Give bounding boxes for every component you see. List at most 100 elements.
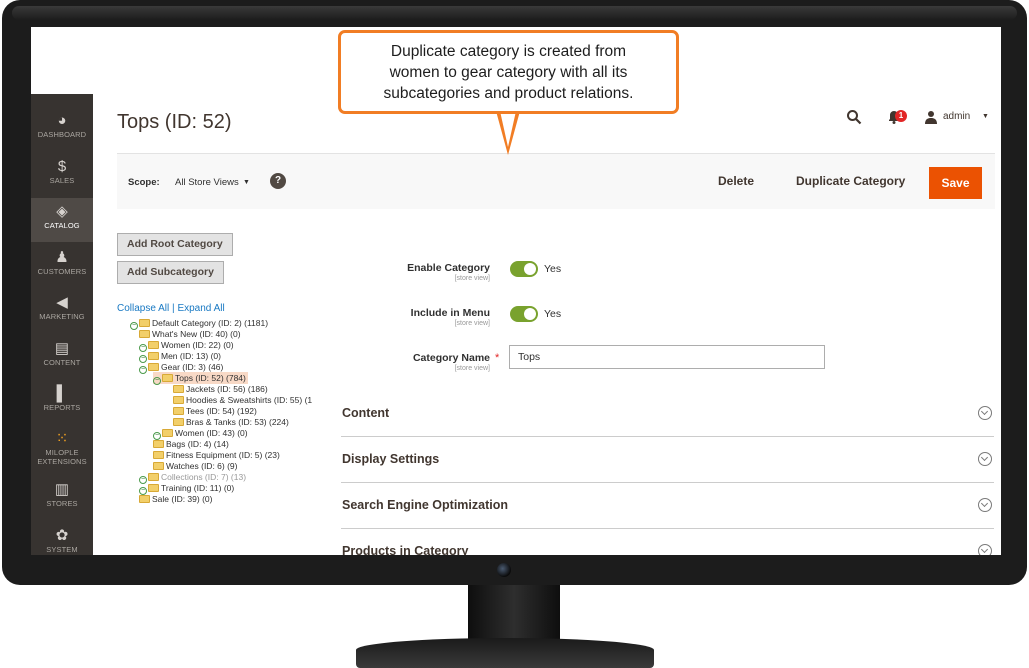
tree-node[interactable]: Sale (ID: 39) (0) [139, 493, 212, 505]
sidebar-item-content[interactable]: ▤ CONTENT [31, 335, 93, 379]
sidebar-item-label: MARKETING [39, 312, 85, 321]
chevron-down-icon [978, 498, 992, 512]
callout-line: women to gear category with all its [389, 64, 628, 81]
annotation-callout: Duplicate category is created from women… [338, 30, 679, 114]
section-title: Search Engine Optimization [342, 498, 508, 512]
duplicate-category-button[interactable]: Duplicate Category [796, 174, 905, 188]
folder-icon [173, 385, 184, 393]
tree-node-label: Collections (ID: 7) (13) [161, 472, 247, 482]
layout-icon: ▤ [54, 340, 70, 357]
section-title: Display Settings [342, 452, 440, 466]
dashboard-icon: ◕ [57, 112, 67, 129]
tree-node-label: Bras & Tanks (ID: 53) (224) [186, 417, 289, 427]
tree-node-label: Tops (ID: 52) (784) [175, 373, 246, 383]
tree-node-label: Tees (ID: 54) (192) [186, 406, 257, 416]
megaphone-icon: ◀ [56, 294, 68, 311]
page-actions-toolbar: Scope: All Store Views ▼ ? Delete Duplic… [117, 153, 995, 209]
sidebar-item-customers[interactable]: ♟ CUSTOMERS [31, 244, 93, 288]
folder-icon [162, 429, 173, 437]
chevron-down-icon [978, 406, 992, 420]
category-name-label: Category Name [412, 352, 490, 364]
section-search-engine-optimization[interactable]: Search Engine Optimization [341, 483, 994, 529]
tree-node-label: Women (ID: 43) (0) [175, 428, 248, 438]
folder-icon [173, 418, 184, 426]
chevron-down-icon: ▼ [982, 113, 989, 120]
tree-node-label: Hoodies & Sweatshirts (ID: 55) (1 [186, 395, 313, 405]
tree-node-label: Watches (ID: 6) (9) [166, 461, 238, 471]
callout-pointer-fill [500, 111, 516, 147]
tree-node-label: Training (ID: 11) (0) [161, 483, 235, 493]
gear-icon: ✿ [55, 527, 69, 544]
folder-icon [148, 341, 159, 349]
sidebar-item-system[interactable]: ✿ SYSTEM [31, 522, 93, 555]
link-separator: | [172, 303, 175, 314]
tree-node-label: Jackets (ID: 56) (186) [186, 384, 268, 394]
section-products-in-category[interactable]: Products in Category [341, 529, 994, 555]
sidebar-item-marketing[interactable]: ◀ MARKETING [31, 289, 93, 333]
sidebar-item-label: DASHBOARD [37, 130, 87, 139]
folder-icon [153, 462, 164, 470]
sidebar-item-catalog[interactable]: ◈ CATALOG [31, 198, 93, 242]
sidebar-item-label: SALES [49, 176, 75, 185]
help-icon[interactable]: ? [270, 173, 286, 189]
folder-icon [162, 374, 173, 382]
required-asterisk: * [495, 352, 500, 364]
folder-icon [139, 330, 150, 338]
section-title: Products in Category [342, 544, 469, 555]
sidebar-item-stores[interactable]: ▥ STORES [31, 476, 93, 520]
search-icon[interactable] [846, 109, 862, 125]
save-button[interactable]: Save [929, 167, 982, 199]
chevron-down-icon [978, 452, 992, 466]
enable-category-scope: [store view] [454, 275, 490, 282]
sidebar-item-label: SYSTEM [46, 545, 78, 554]
sidebar-item-milople-extensions[interactable]: ⁙ MILOPLE EXTENSIONS [31, 425, 93, 475]
notification-badge: 1 [895, 110, 907, 122]
folder-icon [153, 440, 164, 448]
expand-all-link[interactable]: Expand All [177, 303, 224, 314]
tree-node-label: Gear (ID: 3) (46) [161, 362, 224, 372]
tree-node-label: Men (ID: 13) (0) [161, 351, 221, 361]
webcam-icon [497, 563, 511, 577]
folder-icon [139, 495, 150, 503]
sidebar-item-label: CATALOG [44, 221, 80, 230]
folder-icon [139, 319, 150, 327]
sidebar-item-label: STORES [46, 499, 78, 508]
include-in-menu-toggle[interactable] [510, 306, 538, 322]
sidebar-item-label: MILOPLE [45, 448, 79, 457]
user-icon[interactable] [924, 110, 938, 124]
bar-chart-icon: ▌ [56, 385, 68, 402]
include-in-menu-scope: [store view] [454, 320, 490, 327]
scope-switcher[interactable]: All Store Views [175, 177, 239, 188]
sidebar-item-sales[interactable]: $ SALES [31, 153, 93, 197]
include-in-menu-label: Include in Menu [410, 307, 490, 319]
section-display-settings[interactable]: Display Settings [341, 437, 994, 483]
tree-actions: Collapse All | Expand All [117, 303, 225, 314]
sidebar-item-dashboard[interactable]: ◕ DASHBOARD [31, 107, 93, 151]
admin-sidebar: ◕ DASHBOARD $ SALES ◈ CATALOG ♟ CUSTOMER… [31, 94, 93, 555]
folder-icon [148, 484, 159, 492]
tree-expander-icon[interactable]: − [153, 377, 161, 385]
folder-icon [148, 473, 159, 481]
dollar-icon: $ [57, 158, 67, 175]
add-root-category-button[interactable]: Add Root Category [117, 233, 233, 256]
category-name-input[interactable] [509, 345, 825, 369]
include-in-menu-value: Yes [544, 308, 562, 320]
folder-icon [148, 352, 159, 360]
tree-node-label: What's New (ID: 40) (0) [152, 329, 241, 339]
folder-icon [148, 363, 159, 371]
add-subcategory-button[interactable]: Add Subcategory [117, 261, 224, 284]
monitor-stand-base [356, 638, 654, 668]
category-tree: − Default Category (ID: 2) (1181) What's N… [117, 317, 327, 555]
admin-user-menu[interactable]: admin [943, 111, 970, 122]
folder-icon [173, 407, 184, 415]
tree-expander-icon[interactable]: − [130, 322, 138, 330]
tree-node-label: Sale (ID: 39) (0) [152, 494, 213, 504]
grid-icon: ⁙ [55, 430, 69, 447]
enable-category-toggle[interactable] [510, 261, 538, 277]
delete-button[interactable]: Delete [718, 174, 754, 188]
scope-label: Scope: [128, 177, 160, 188]
section-content[interactable]: Content [341, 391, 994, 437]
tree-expander-icon[interactable]: − [139, 366, 147, 374]
sidebar-item-reports[interactable]: ▌ REPORTS [31, 380, 93, 424]
collapse-all-link[interactable]: Collapse All [117, 303, 169, 314]
